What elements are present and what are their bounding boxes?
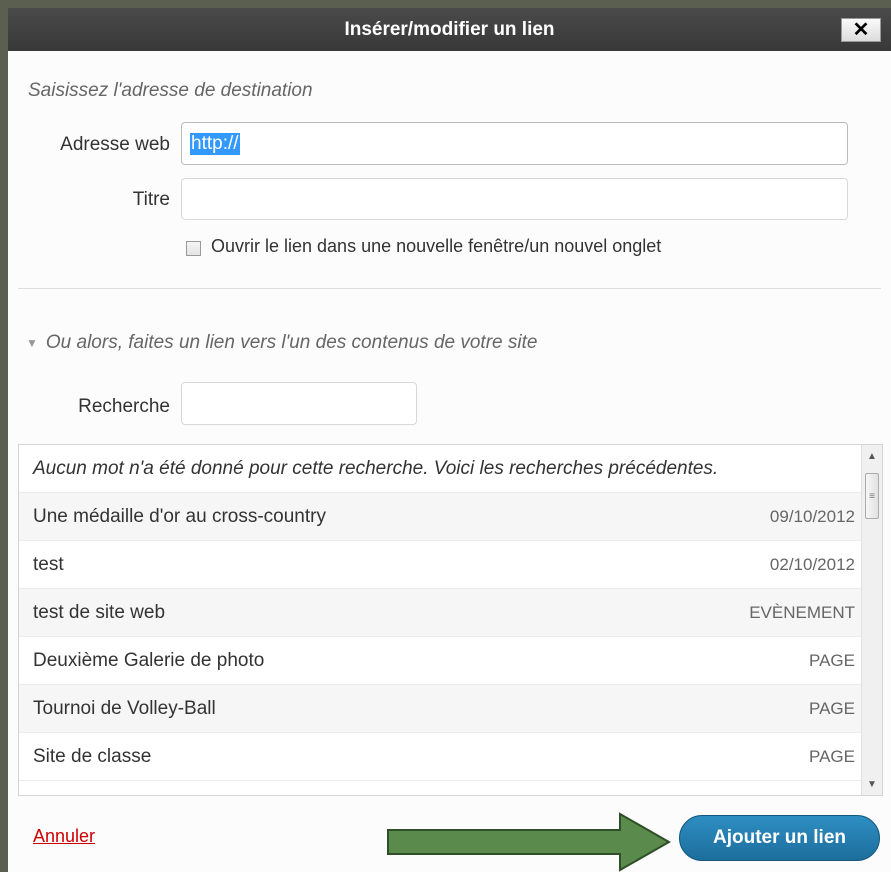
insert-link-dialog: Insérer/modifier un lien ✕ Saisissez l'a…: [8, 8, 891, 872]
close-icon: ✕: [852, 19, 870, 41]
url-input[interactable]: http://: [181, 122, 848, 165]
result-info: 02/10/2012: [769, 554, 855, 574]
result-title: Une médaille d'or au cross-country: [33, 505, 326, 527]
search-label: Recherche: [78, 396, 170, 417]
result-row[interactable]: Une médaille d'or au cross-country 09/10…: [19, 493, 861, 541]
title-label: Titre: [132, 189, 170, 210]
search-results: Aucun mot n'a été donné pour cette reche…: [18, 444, 883, 796]
new-tab-checkbox[interactable]: [186, 241, 201, 256]
search-input[interactable]: [181, 382, 417, 425]
result-title: Tournoi de Volley-Ball: [33, 697, 216, 719]
result-title: test de site web: [33, 601, 166, 623]
result-title: Deuxième Galerie de photo: [33, 649, 265, 671]
result-info: EVÈNEMENT: [749, 602, 855, 622]
add-link-button[interactable]: Ajouter un lien: [679, 815, 880, 861]
cancel-link[interactable]: Annuler: [33, 826, 95, 847]
result-row[interactable]: Deuxième Galerie de photo PAGE: [19, 637, 861, 685]
destination-hint: Saisissez l'adresse de destination: [28, 80, 313, 101]
result-title: Site de classe: [33, 745, 152, 767]
results-notice-text: Aucun mot n'a été donné pour cette reche…: [33, 457, 719, 479]
result-info: PAGE: [809, 698, 855, 718]
close-button[interactable]: ✕: [841, 18, 881, 42]
result-row[interactable]: Site de classe PAGE: [19, 733, 861, 781]
triangle-down-icon: ▼: [26, 336, 38, 350]
url-value: http://: [190, 132, 240, 155]
result-info: 09/10/2012: [769, 506, 855, 526]
url-label: Adresse web: [60, 134, 170, 155]
scroll-thumb[interactable]: ≡: [865, 473, 879, 519]
new-tab-label[interactable]: Ouvrir le lien dans une nouvelle fenêtre…: [211, 236, 661, 257]
results-scrollbar[interactable]: ▲ ≡ ▼: [861, 445, 882, 795]
result-row[interactable]: test de site web EVÈNEMENT: [19, 589, 861, 637]
green-arrow-icon: [387, 812, 672, 872]
internal-link-toggle[interactable]: ▼ Ou alors, faites un lien vers l'un des…: [26, 332, 537, 354]
dialog-title: Insérer/modifier un lien: [344, 18, 555, 40]
title-input[interactable]: [181, 178, 848, 220]
result-row[interactable]: Tournoi de Volley-Ball PAGE: [19, 685, 861, 733]
result-info: PAGE: [809, 746, 855, 766]
dialog-titlebar: Insérer/modifier un lien ✕: [8, 8, 891, 51]
scroll-down-arrow-icon[interactable]: ▼: [862, 775, 882, 793]
scroll-up-arrow-icon[interactable]: ▲: [862, 447, 882, 465]
results-notice: Aucun mot n'a été donné pour cette reche…: [19, 445, 861, 493]
result-title: test: [33, 553, 64, 575]
result-info: PAGE: [809, 650, 855, 670]
internal-link-toggle-label: Ou alors, faites un lien vers l'un des c…: [45, 332, 538, 353]
result-row[interactable]: test 02/10/2012: [19, 541, 861, 589]
section-divider: [18, 288, 881, 289]
